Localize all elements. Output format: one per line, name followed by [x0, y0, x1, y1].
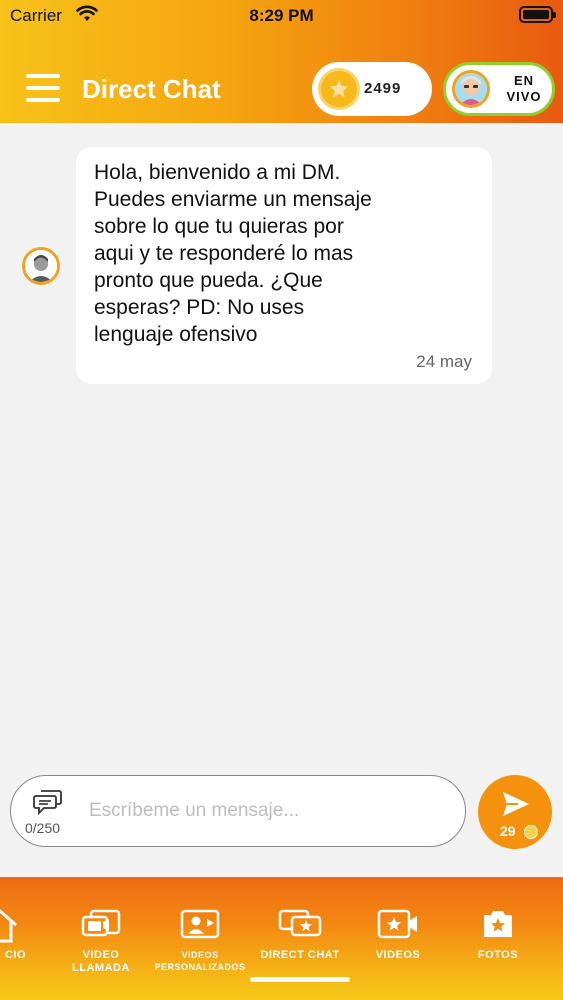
chat-bubble-icon	[33, 790, 62, 816]
send-cost: 29	[500, 823, 516, 839]
photos-icon	[484, 911, 512, 937]
coin-count: 2499	[364, 80, 402, 97]
nav-label-llamada: LLAMADA	[72, 962, 130, 974]
active-tab-indicator	[250, 977, 350, 982]
page-title: Direct Chat	[82, 74, 221, 104]
creator-avatar-icon	[22, 247, 60, 285]
home-icon	[0, 909, 17, 943]
nav-label-videos: VIDEOS	[181, 950, 219, 960]
send-icon	[503, 792, 529, 816]
nav-item-videos[interactable]: VIDEOS	[348, 877, 448, 977]
character-counter: 0/250	[25, 820, 61, 836]
clock: 8:29 PM	[249, 6, 314, 25]
live-label-line2: VIVO	[506, 89, 542, 104]
nav-label-videos-tab: VIDEOS	[375, 949, 421, 961]
battery-icon	[519, 6, 556, 23]
live-label-line1: EN	[513, 73, 535, 88]
message-text: Hola, bienvenido a mi DM. Puedes enviarm…	[94, 161, 372, 346]
bottom-nav: CIO VIDEO LLAMADA VIDEOS PERSONALIZADOS …	[0, 877, 563, 1000]
send-button[interactable]: 29	[478, 775, 552, 849]
coin-balance[interactable]: 2499	[312, 62, 432, 116]
star-coin-icon	[318, 68, 360, 110]
creator-avatar	[452, 70, 490, 108]
app-header: Carrier 8:29 PM Direct Chat 2499 EN VIVO	[0, 0, 563, 123]
live-button[interactable]: EN VIVO	[443, 62, 555, 116]
video-call-icon	[81, 909, 121, 937]
nav-label-fotos: FOTOS	[477, 949, 519, 961]
message-input[interactable]: Escríbeme un mensaje...	[89, 800, 299, 822]
nav-item-fotos[interactable]: FOTOS	[448, 877, 548, 977]
chat-area[interactable]: Hola, bienvenido a mi DM. Puedes enviarm…	[0, 123, 563, 773]
nav-item-direct-chat[interactable]: DIRECT CHAT	[250, 877, 350, 977]
mini-coin-icon	[524, 825, 538, 839]
videos-icon	[377, 909, 417, 939]
nav-label-inicio: CIO	[4, 949, 26, 961]
nav-label-personalizados: PERSONALIZADOS	[154, 962, 246, 972]
message-composer[interactable]: 0/250 Escríbeme un mensaje...	[10, 775, 466, 847]
nav-label-direct-chat: DIRECT CHAT	[260, 949, 340, 961]
personalized-videos-icon	[180, 909, 220, 939]
direct-chat-icon	[278, 909, 322, 937]
nav-item-videos-personalizados[interactable]: VIDEOS PERSONALIZADOS	[150, 877, 250, 977]
message-bubble: Hola, bienvenido a mi DM. Puedes enviarm…	[76, 147, 492, 384]
menu-button[interactable]	[26, 74, 60, 104]
status-bar: Carrier 8:29 PM	[0, 0, 563, 34]
message-date: 24 may	[416, 352, 472, 371]
nav-label-video: VIDEO	[82, 949, 120, 961]
nav-item-inicio[interactable]: CIO	[0, 877, 50, 977]
nav-item-video-llamada[interactable]: VIDEO LLAMADA	[51, 877, 151, 977]
